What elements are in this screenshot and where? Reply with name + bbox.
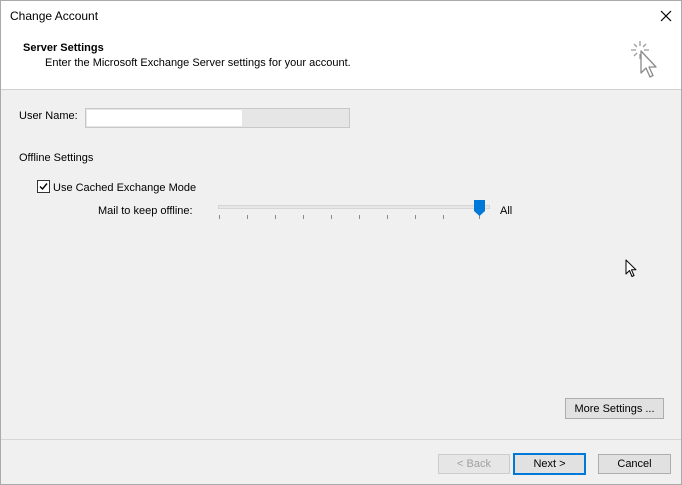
window-title: Change Account bbox=[10, 9, 99, 23]
header-subtitle: Enter the Microsoft Exchange Server sett… bbox=[45, 57, 351, 69]
username-value bbox=[87, 110, 242, 126]
change-account-dialog: Change Account Server Settings Enter the… bbox=[0, 0, 682, 485]
more-settings-button[interactable]: More Settings ... bbox=[565, 398, 664, 419]
slider-ticks bbox=[219, 215, 480, 219]
mail-offline-label: Mail to keep offline: bbox=[98, 205, 193, 217]
back-button[interactable]: < Back bbox=[438, 454, 510, 474]
mail-offline-slider[interactable] bbox=[218, 200, 490, 222]
username-field[interactable] bbox=[85, 108, 350, 128]
slider-thumb[interactable] bbox=[474, 200, 485, 217]
close-button[interactable] bbox=[651, 1, 681, 31]
cached-mode-checkbox[interactable] bbox=[37, 180, 50, 193]
dialog-header: Server Settings Enter the Microsoft Exch… bbox=[1, 31, 681, 90]
cached-mode-label[interactable]: Use Cached Exchange Mode bbox=[53, 182, 196, 194]
slider-track bbox=[218, 205, 490, 209]
offline-settings-heading: Offline Settings bbox=[19, 152, 94, 164]
username-label: User Name: bbox=[19, 110, 78, 122]
cancel-button[interactable]: Cancel bbox=[598, 454, 671, 474]
checkmark-icon bbox=[39, 183, 48, 191]
title-bar: Change Account bbox=[1, 1, 681, 31]
next-button[interactable]: Next > bbox=[513, 453, 586, 475]
header-title: Server Settings bbox=[23, 42, 104, 54]
sparkle-cursor-icon bbox=[631, 41, 657, 78]
mail-offline-value: All bbox=[500, 205, 513, 217]
mouse-pointer-icon bbox=[625, 259, 637, 277]
close-icon bbox=[660, 10, 672, 22]
